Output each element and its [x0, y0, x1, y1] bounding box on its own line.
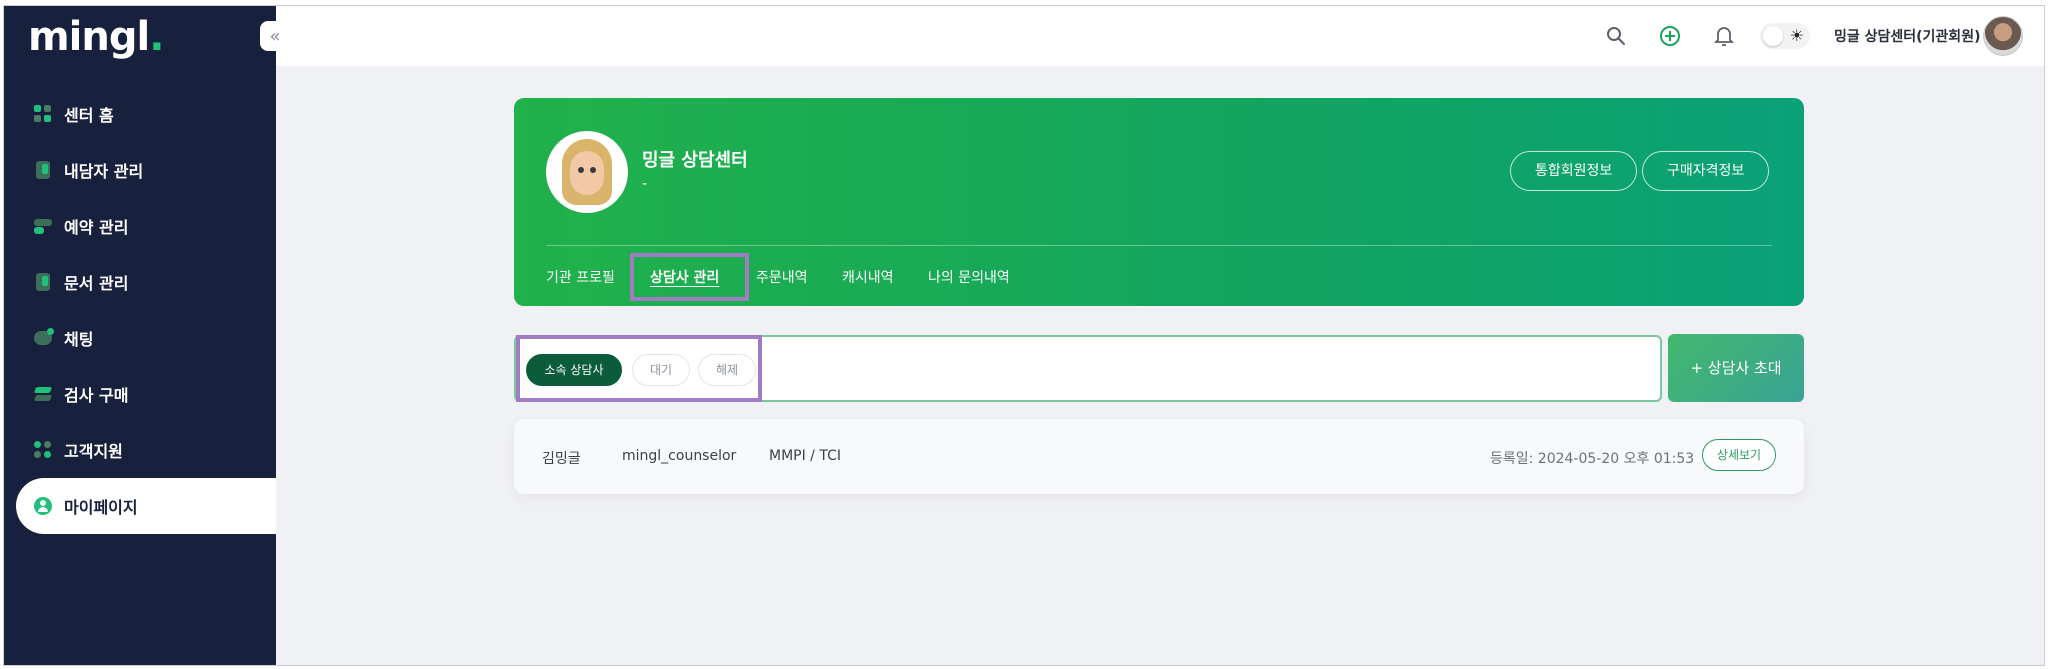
sun-icon: ☀: [1789, 26, 1804, 45]
sidebar-item-mypage[interactable]: 마이페이지: [16, 478, 276, 534]
counselor-username: mingl_counselor: [622, 448, 737, 464]
invite-counselor-button[interactable]: + 상담사 초대: [1668, 334, 1804, 402]
chat-icon: [34, 328, 54, 347]
view-detail-button[interactable]: 상세보기: [1702, 439, 1776, 471]
counselor-row: 김밍글 mingl_counselor MMPI / TCI 등록일: 2024…: [514, 419, 1804, 494]
dashboard-icon: [34, 105, 52, 123]
client-icon: [34, 161, 52, 179]
layers-icon: [33, 385, 53, 403]
tab-cash-history[interactable]: 캐시내역: [842, 267, 894, 287]
sidebar-nav: 센터 홈 내담자 관리 예약 관리 문서 관리 채팅 검사 구매 고객지원 마이…: [4, 86, 276, 534]
sidebar-item-clients[interactable]: 내담자 관리: [4, 142, 276, 198]
logo[interactable]: mingl.: [28, 14, 164, 60]
add-circle-icon[interactable]: [1657, 23, 1683, 49]
sidebar-item-label: 검사 구매: [64, 386, 129, 405]
tab-my-inquiries[interactable]: 나의 문의내역: [928, 267, 1010, 287]
counselor-name: 김밍글: [542, 451, 581, 467]
divider: [546, 245, 1772, 246]
double-chevron-left-icon: «: [269, 25, 281, 47]
sidebar-collapse-button[interactable]: «: [260, 21, 290, 51]
center-subtitle: -: [642, 176, 648, 192]
sidebar-item-chat[interactable]: 채팅: [4, 310, 276, 366]
sidebar-item-test-purchase[interactable]: 검사 구매: [4, 366, 276, 422]
sidebar-item-center-home[interactable]: 센터 홈: [4, 86, 276, 142]
sidebar-item-label: 문서 관리: [64, 274, 129, 293]
avatar[interactable]: [1983, 16, 2023, 56]
theme-toggle[interactable]: ☀: [1760, 23, 1810, 49]
filter-affiliated[interactable]: 소속 상담사: [526, 354, 622, 386]
person-icon: [34, 497, 52, 515]
calendar-toggle-icon: [34, 217, 52, 235]
sidebar-item-documents[interactable]: 문서 관리: [4, 254, 276, 310]
sidebar-item-reservations[interactable]: 예약 관리: [4, 198, 276, 254]
counselor-tests: MMPI / TCI: [769, 448, 841, 464]
tab-orders[interactable]: 주문내역: [756, 267, 808, 287]
tab-institution-profile[interactable]: 기관 프로필: [546, 267, 615, 287]
counselor-filter-bar: 소속 상담사 대기 해제: [514, 335, 1662, 402]
app-window: mingl. 센터 홈 내담자 관리 예약 관리 문서 관리 채팅 검사 구매 …: [3, 5, 2045, 666]
toggle-knob: [1763, 26, 1783, 46]
bell-icon[interactable]: [1711, 23, 1737, 49]
purchase-qualification-button[interactable]: 구매자격정보: [1642, 151, 1770, 191]
sidebar-item-label: 내담자 관리: [64, 162, 144, 181]
filter-pending[interactable]: 대기: [632, 354, 690, 386]
sidebar-item-label: 예약 관리: [64, 218, 129, 237]
document-icon: [34, 273, 52, 291]
registered-date: 등록일: 2024-05-20 오후 01:53: [1490, 451, 1695, 467]
sidebar-item-label: 고객지원: [64, 442, 123, 461]
sidebar-item-label: 센터 홈: [64, 106, 114, 125]
tab-highlight-box: [630, 253, 749, 301]
user-name[interactable]: 밍글 상담센터(기관회원): [1834, 26, 1980, 46]
integrated-member-info-button[interactable]: 통합회원정보: [1510, 151, 1638, 191]
filter-released[interactable]: 해제: [698, 354, 756, 386]
search-icon[interactable]: [1603, 23, 1629, 49]
center-avatar: [546, 131, 628, 213]
sidebar: mingl. 센터 홈 내담자 관리 예약 관리 문서 관리 채팅 검사 구매 …: [4, 6, 276, 665]
support-icon: [34, 441, 52, 459]
profile-hero-card: 밍글 상담센터 - 통합회원정보 구매자격정보 기관 프로필 상담사 관리 주문…: [514, 98, 1804, 306]
sidebar-item-label: 마이페이지: [64, 498, 138, 517]
center-name: 밍글 상담센터: [642, 150, 748, 171]
sidebar-item-label: 채팅: [64, 330, 94, 349]
sidebar-item-support[interactable]: 고객지원: [4, 422, 276, 480]
top-header: ☀ 밍글 상담센터(기관회원): [276, 6, 2044, 66]
